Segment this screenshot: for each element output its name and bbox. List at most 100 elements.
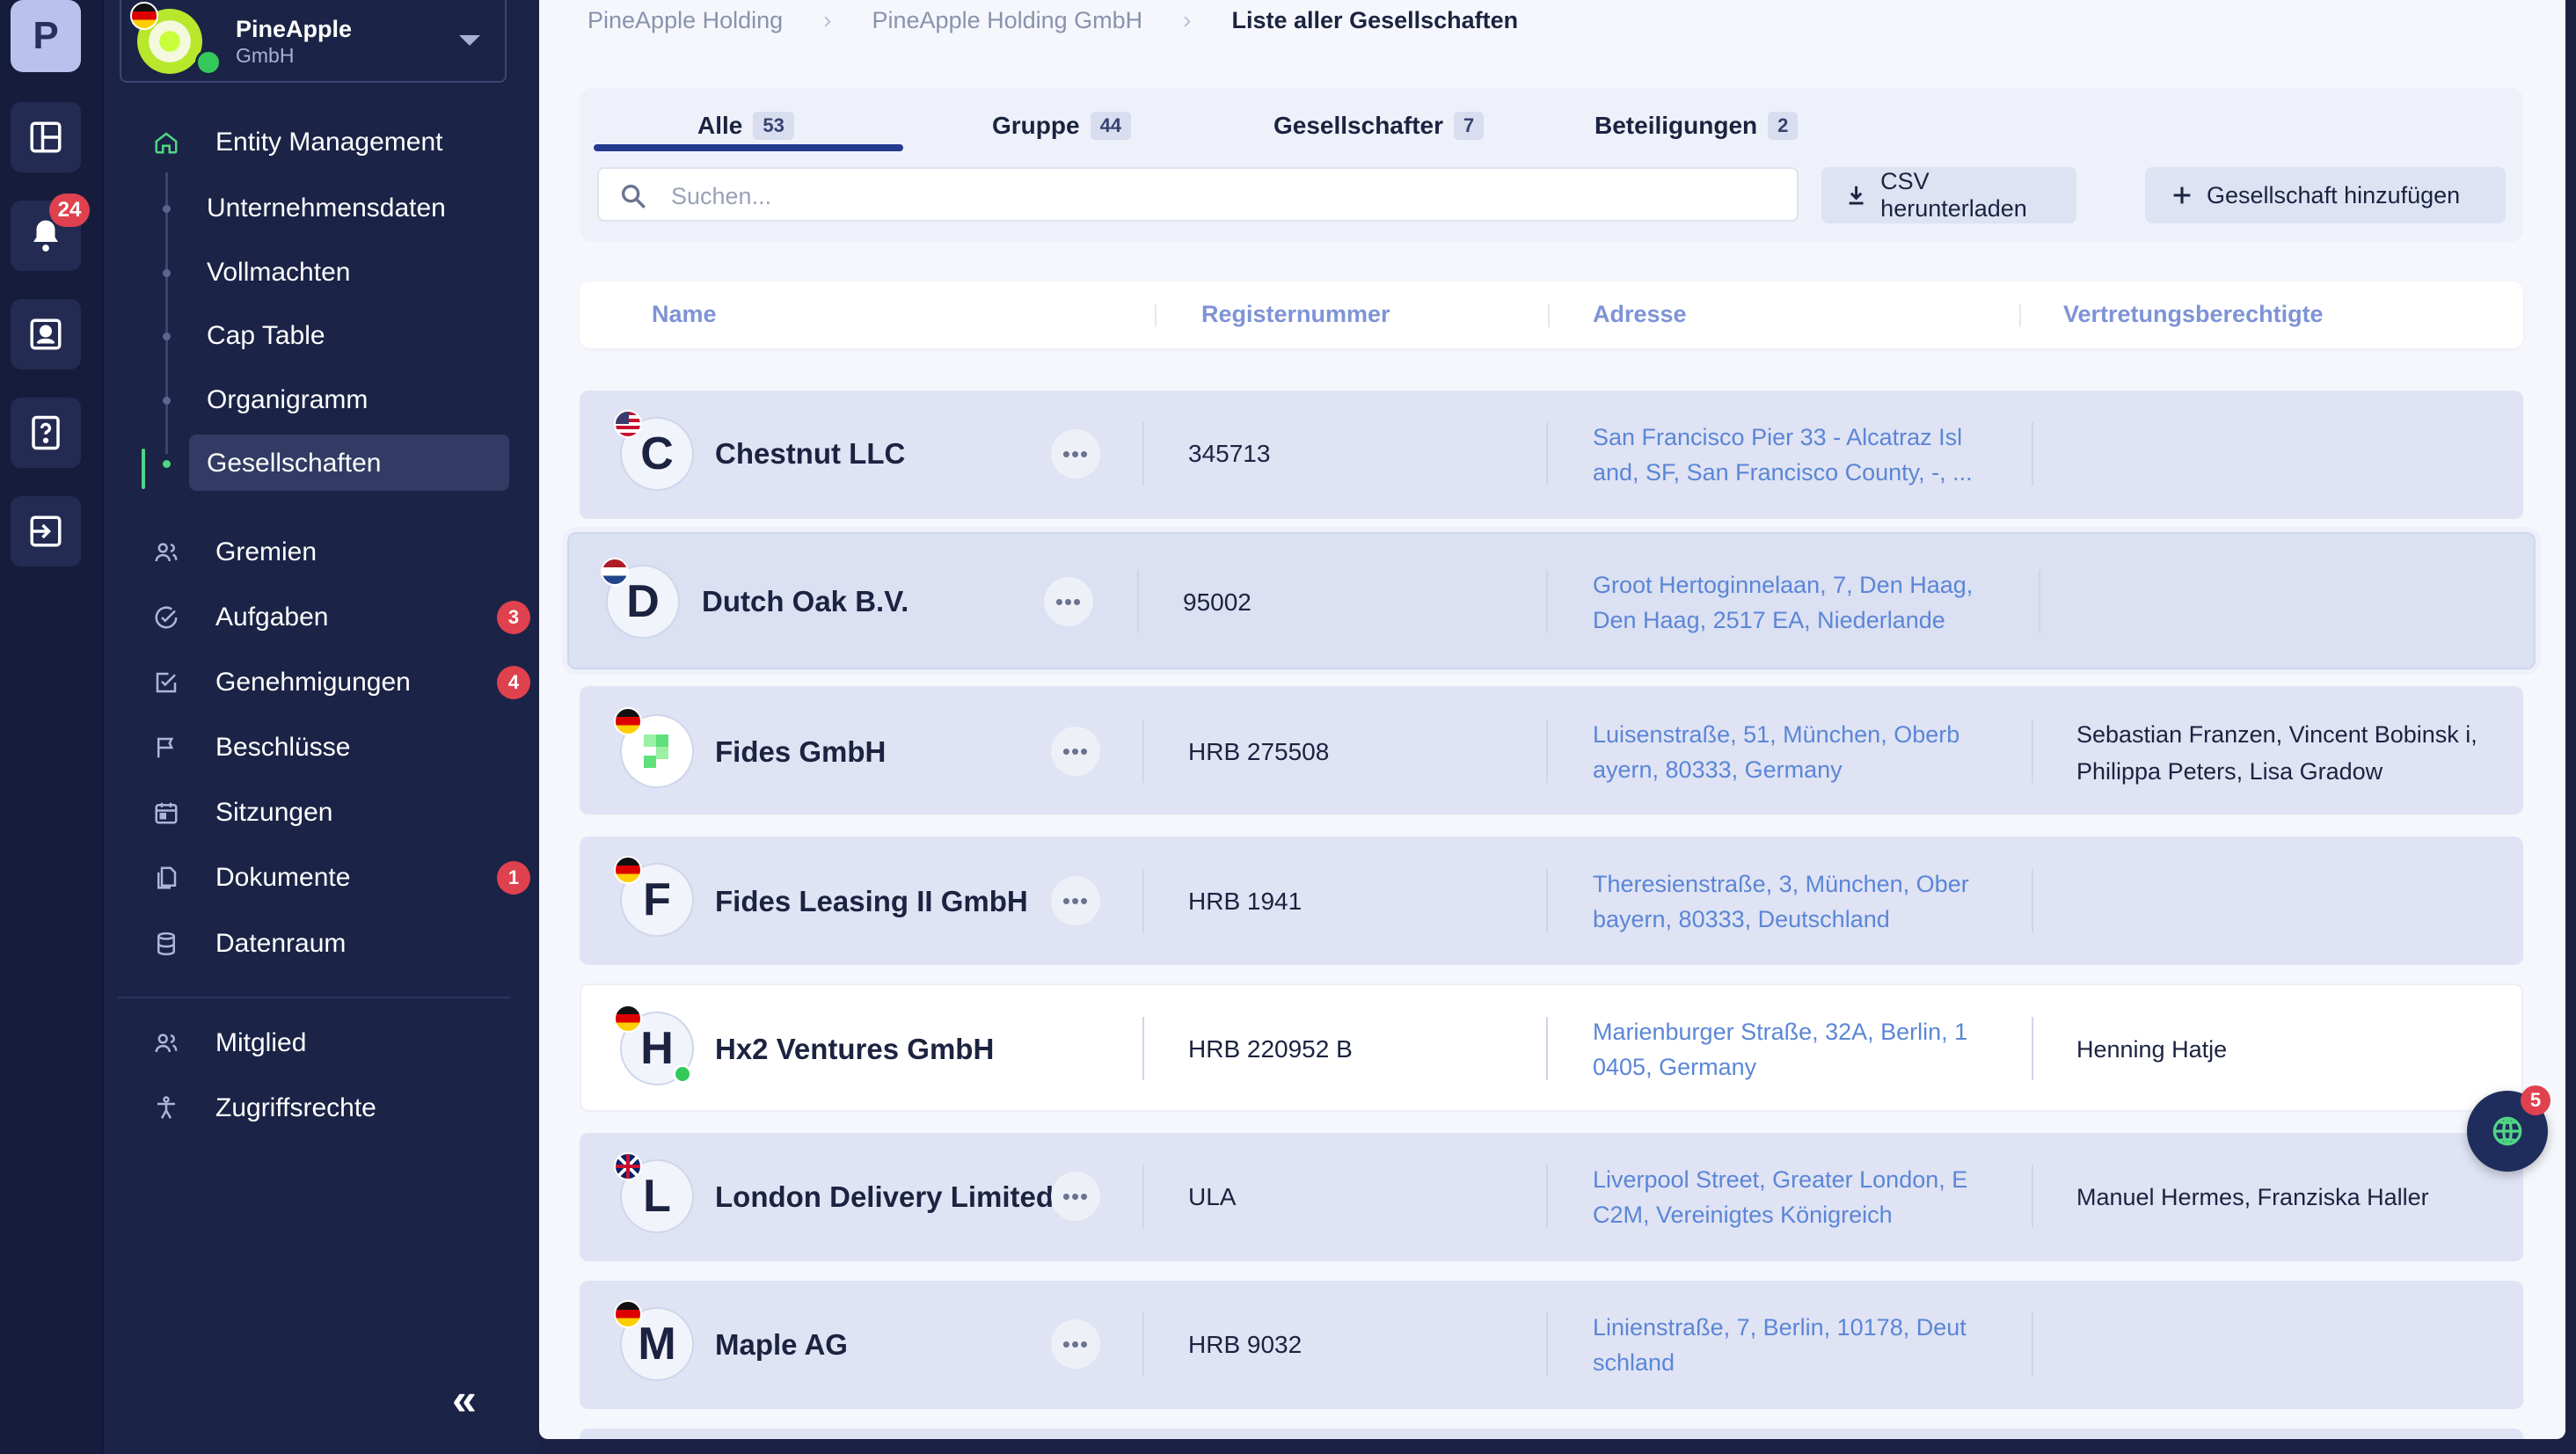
column-divider [1142,720,1144,783]
company-address[interactable]: Marienburger Straße, 32A, Berlin, 1 0405… [1593,1014,2006,1085]
company-name[interactable]: Fides Leasing II GmbH [715,885,1028,918]
table-row[interactable] [580,1281,2523,1409]
more-options-button[interactable]: ••• [1051,1319,1100,1369]
register-number: HRB 1941 [1188,888,1303,915]
collapse-sidebar-button[interactable]: « [452,1374,477,1425]
nav-gremien[interactable]: Gremien [139,526,517,579]
column-divider [1137,570,1139,633]
us-flag-icon [614,410,642,438]
breadcrumb-item[interactable]: PineApple Holding GmbH [872,7,1143,34]
column-divider [1142,422,1144,486]
more-options-button[interactable]: ••• [1051,876,1100,925]
company-address[interactable]: San Francisco Pier 33 - Alcatraz Isl and… [1593,420,2006,490]
column-divider [1546,1312,1548,1376]
tab-gesellschafter[interactable]: Gesellschafter 7 [1273,106,1485,146]
sidebar: PineApple GmbH Entity Management Unterne… [104,0,538,1454]
users-icon [151,537,181,567]
main-content: PineApple Holding › PineApple Holding Gm… [539,0,2565,1439]
column-divider [2032,1312,2033,1376]
column-registernummer[interactable]: Registernummer [1201,301,1390,328]
organization-switcher[interactable]: PineApple GmbH [120,0,507,83]
company-name[interactable]: London Delivery Limited [715,1180,1054,1214]
nav-datenraum[interactable]: Datenraum [139,917,517,970]
nav-label: Datenraum [215,929,347,958]
column-name[interactable]: Name [652,301,717,328]
more-options-button[interactable]: ••• [1044,577,1093,626]
contacts-button[interactable] [11,299,81,369]
subnav-dot-active [163,460,171,468]
column-vertretungsberechtigte[interactable]: Vertretungsberechtigte [2063,301,2324,328]
icon-rail: P 24 [0,0,104,1454]
subnav-organigramm[interactable]: Organigramm [207,385,368,415]
more-options-button[interactable]: ••• [1051,429,1100,479]
subnav-dot [163,205,171,213]
nav-mitglied[interactable]: Mitglied [139,1017,517,1070]
dokumente-badge: 1 [497,861,530,895]
company-name[interactable]: Dutch Oak B.V. [702,585,909,618]
tab-alle[interactable]: Alle 53 [697,106,794,146]
register-number: ULA [1188,1183,1237,1210]
company-name[interactable]: Fides GmbH [715,735,886,769]
dashboard-button[interactable] [11,102,81,172]
germany-flag-icon [614,856,642,884]
home-icon [151,128,181,157]
contact-card-icon [30,318,62,350]
nav-label: Genehmigungen [215,668,411,697]
sidebar-divider [118,997,510,998]
nav-dokumente[interactable]: Dokumente 1 [139,851,530,904]
uk-flag-icon [614,1152,642,1180]
nav-label: Mitglied [215,1028,307,1057]
company-name[interactable]: Hx2 Ventures GmbH [715,1033,994,1066]
nav-entity-management[interactable]: Entity Management [139,116,517,169]
aufgaben-badge: 3 [497,601,530,634]
tab-beteiligungen[interactable]: Beteiligungen 2 [1594,106,1799,146]
nav-beschluesse[interactable]: Beschlüsse [139,721,517,774]
subnav-unternehmensdaten[interactable]: Unternehmensdaten [207,194,446,223]
nav-genehmigungen[interactable]: Genehmigungen 4 [139,656,530,709]
notifications-badge: 24 [49,194,90,227]
more-options-button[interactable]: ••• [1051,727,1100,776]
search-field[interactable] [597,167,1799,222]
tab-label: Gruppe [992,112,1080,139]
representatives: Manuel Hermes, Franziska Haller [2076,1184,2429,1210]
csv-download-button[interactable]: CSV herunterladen [1821,167,2076,223]
company-address[interactable]: Groot Hertoginnelaan, 7, Den Haag, Den H… [1593,567,2006,638]
add-company-button[interactable]: Gesellschaft hinzufügen [2145,167,2506,223]
app-logo-button[interactable]: P [11,0,81,72]
fab-badge: 5 [2521,1085,2550,1115]
company-address[interactable]: Luisenstraße, 51, München, Oberb ayern, … [1593,717,2006,787]
nav-sitzungen[interactable]: Sitzungen [139,786,517,839]
active-tab-indicator [594,144,903,151]
germany-flag-icon [130,2,158,30]
breadcrumb-item[interactable]: PineApple Holding [587,7,783,34]
column-divider [1155,304,1157,327]
column-divider [1546,720,1548,783]
more-options-button[interactable]: ••• [1051,1172,1100,1221]
subnav-gesellschaften[interactable]: Gesellschaften [207,449,381,479]
subnav-vollmachten[interactable]: Vollmachten [207,258,350,288]
genehmigungen-badge: 4 [497,666,530,699]
company-address[interactable]: Liverpool Street, Greater London, E C2M,… [1593,1162,2006,1232]
company-name[interactable]: Maple AG [715,1328,848,1362]
register-number: HRB 275508 [1188,738,1330,765]
search-input[interactable] [669,176,1781,216]
company-address[interactable]: Theresienstraße, 3, München, Ober bayern… [1593,866,2006,937]
nav-aufgaben[interactable]: Aufgaben 3 [139,591,530,644]
tab-gruppe[interactable]: Gruppe 44 [992,106,1132,146]
help-icon [32,415,60,450]
company-address[interactable]: Linienstraße, 7, Berlin, 10178, Deut sch… [1593,1310,2006,1380]
search-icon [621,184,646,208]
germany-flag-icon [614,1005,642,1033]
download-icon [1849,186,1864,205]
users-icon [151,1028,181,1058]
company-name[interactable]: Chestnut LLC [715,437,905,471]
column-divider [2039,570,2040,633]
help-button[interactable] [11,398,81,468]
nav-zugriffsrechte[interactable]: Zugriffsrechte [139,1082,517,1135]
column-adresse[interactable]: Adresse [1593,301,1687,328]
org-type: GmbH [236,44,295,67]
register-number: 95002 [1183,588,1252,616]
logout-button[interactable] [11,496,81,566]
tab-count: 7 [1454,112,1485,140]
subnav-cap-table[interactable]: Cap Table [207,321,325,351]
